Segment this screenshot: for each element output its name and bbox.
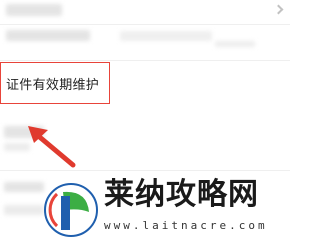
watermark-url: www.laitnacre.com — [104, 219, 268, 232]
watermark-title: 莱纳攻略网 — [104, 177, 259, 212]
site-logo-icon — [44, 183, 98, 237]
